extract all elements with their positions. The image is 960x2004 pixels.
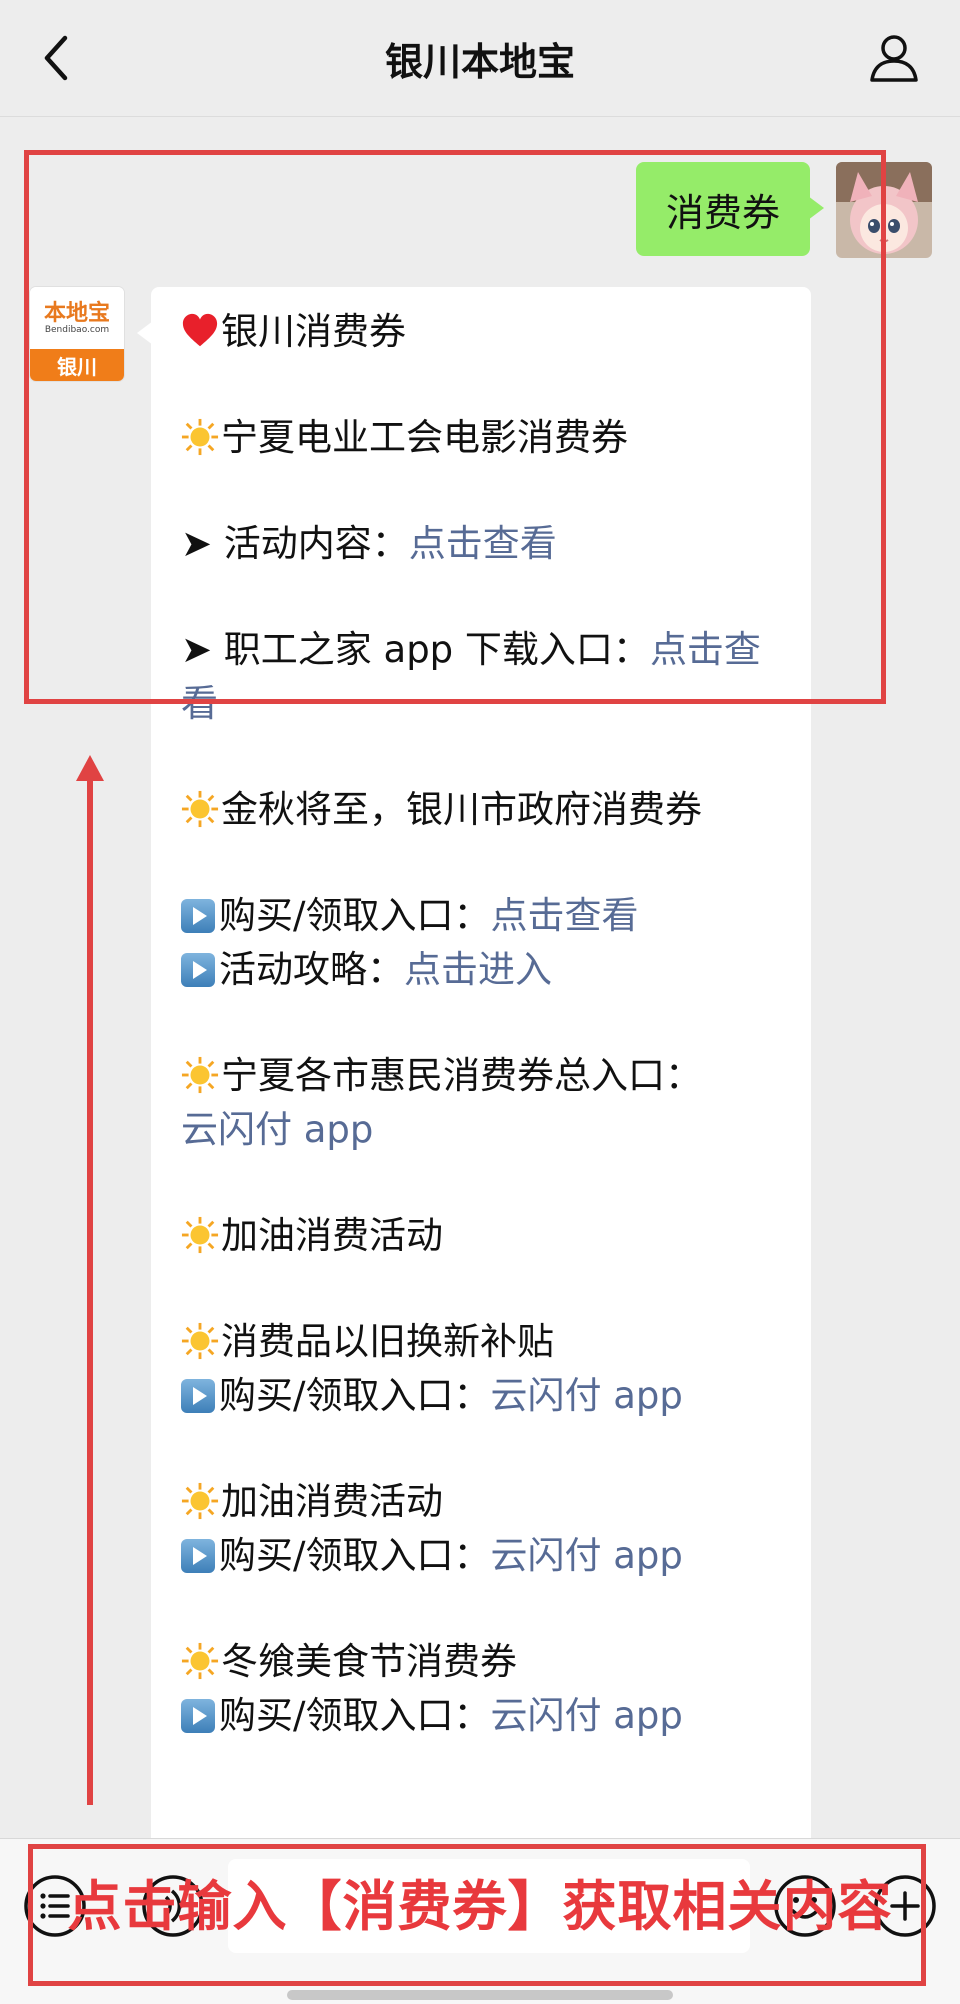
message-input[interactable] [228, 1859, 750, 1953]
arrow-icon: ➤ [181, 628, 224, 671]
list-item: 购买/领取入口：云闪付 app [181, 1369, 781, 1423]
unionpay-app-link[interactable]: 云闪付 app [490, 1534, 682, 1577]
list-item: ➤ 活动内容：点击查看 [181, 522, 557, 565]
guide-link[interactable]: 点击进入 [404, 948, 552, 991]
list-item: 金秋将至，银川市政府消费券 [181, 783, 781, 837]
list-item: 银川消费券 [181, 305, 781, 359]
bot-avatar[interactable]: 本地宝 Bendibao.com 银川 [30, 287, 124, 381]
sun-icon [181, 790, 219, 828]
sun-icon [181, 1482, 219, 1520]
red-heart-icon [182, 313, 218, 347]
sun-icon [181, 1056, 219, 1094]
back-button[interactable] [32, 30, 80, 86]
sun-icon [181, 1322, 219, 1360]
list-item: ➤ 职工之家 app 下载入口：点击查看 [181, 628, 761, 725]
user-message-row: 消费券 [635, 162, 932, 258]
list-item: 冬飨美食节消费券 [181, 1635, 781, 1689]
page-title: 银川本地宝 [384, 39, 575, 84]
chat-area[interactable]: 消费券 本地宝 Bendibao.com 银川 银川消费券 宁夏电业工会电影消费… [0, 117, 960, 1907]
list-item: 购买/领取入口：云闪付 app [181, 1689, 781, 1743]
activity-content-link[interactable]: 点击查看 [409, 522, 557, 565]
person-icon [870, 35, 918, 82]
header-bar: 银川本地宝 [0, 0, 960, 117]
logo-text: 本地宝 [43, 299, 110, 326]
list-item: 购买/领取入口：云闪付 app [181, 1529, 781, 1583]
list-item: 消费品以旧换新补贴 [181, 1315, 781, 1369]
list-item: 宁夏各市惠民消费券总入口： 云闪付 app [181, 1054, 702, 1151]
list-item: 加油消费活动 [181, 1209, 781, 1263]
play-button-icon [181, 899, 215, 933]
profile-button[interactable] [864, 28, 924, 88]
user-avatar[interactable] [836, 162, 932, 258]
unionpay-app-link[interactable]: 云闪付 app [490, 1694, 682, 1737]
list-item: 活动攻略：点击进入 [181, 943, 781, 997]
sun-icon [181, 1642, 219, 1680]
unionpay-app-link[interactable]: 云闪付 app [490, 1374, 682, 1417]
play-button-icon [181, 953, 215, 987]
play-button-icon [181, 1539, 215, 1573]
arrow-icon: ➤ [181, 522, 224, 565]
sun-icon [181, 1216, 219, 1254]
bendibao-logo: 本地宝 Bendibao.com [30, 287, 124, 349]
logo-city: 银川 [30, 349, 124, 381]
anime-doll-avatar-image [836, 162, 932, 258]
plus-icon[interactable] [872, 1873, 938, 1939]
list-item: 宁夏电业工会电影消费券 [181, 411, 781, 465]
menu-list-icon[interactable] [22, 1873, 88, 1939]
emoji-icon[interactable] [772, 1873, 838, 1939]
play-button-icon [181, 1379, 215, 1413]
logo-subtext: Bendibao.com [44, 324, 110, 335]
list-item: 加油消费活动 [181, 1475, 781, 1529]
user-message-bubble[interactable]: 消费券 [635, 162, 825, 256]
purchase-link[interactable]: 点击查看 [490, 894, 638, 937]
home-indicator[interactable] [287, 1990, 673, 2000]
play-button-icon [181, 1699, 215, 1733]
sun-icon [181, 418, 219, 456]
list-item: 购买/领取入口：点击查看 [181, 889, 781, 943]
bot-message-bubble: 银川消费券 宁夏电业工会电影消费券 ➤ 活动内容：点击查看 ➤ 职工之家 app… [137, 287, 811, 1907]
voice-icon[interactable] [140, 1873, 206, 1939]
input-bar [0, 1838, 960, 2004]
chevron-left-icon [44, 35, 68, 81]
user-message-text: 消费券 [665, 190, 780, 235]
unionpay-app-link[interactable]: 云闪付 app [181, 1108, 373, 1151]
